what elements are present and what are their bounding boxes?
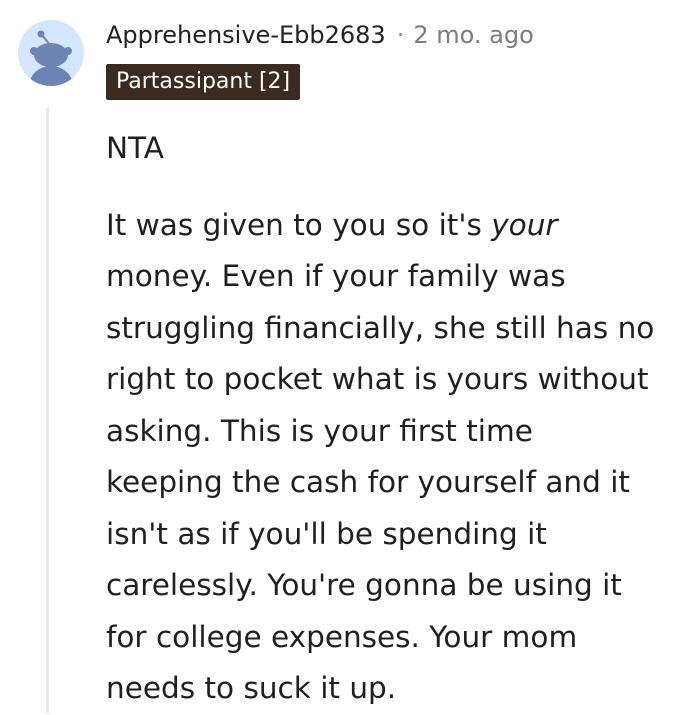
user-avatar[interactable] xyxy=(18,20,84,86)
snoo-avatar-icon xyxy=(29,30,73,86)
comment-line: carelessly. You're gonna be using it xyxy=(106,568,622,602)
comment-line: keeping the cash for yourself and it xyxy=(106,465,630,499)
comment-paragraph: NTA xyxy=(106,131,164,165)
comment-body: NTA It was given to you so it's your mon… xyxy=(106,123,696,715)
comment-line: struggling financially, she still has no xyxy=(106,310,655,345)
thread-line[interactable] xyxy=(46,108,49,713)
comment-line: money. Even if your family was xyxy=(106,259,566,293)
comment-line: It was given to you so it's your xyxy=(106,200,696,252)
comment-line: right to pocket what is yours without xyxy=(106,362,649,396)
comment-line: needs to suck it up. xyxy=(106,671,397,705)
comment-meta: Apprehensive-Ebb2683 · 2 mo. ago xyxy=(106,17,534,53)
emphasis-text: your xyxy=(491,207,558,242)
comment: Apprehensive-Ebb2683 · 2 mo. ago Partass… xyxy=(0,0,700,713)
timestamp[interactable]: 2 mo. ago xyxy=(413,21,533,49)
meta-separator: · xyxy=(396,21,405,49)
user-flair: Partassipant [2] xyxy=(106,64,301,100)
comment-text: It was given to you so it's xyxy=(106,207,492,242)
comment-line: asking. This is your first time xyxy=(106,413,533,448)
comment-line: for college expenses. Your mom xyxy=(106,619,578,654)
username-link[interactable]: Apprehensive-Ebb2683 xyxy=(106,21,386,49)
comment-paragraph: It was given to you so it's your money. … xyxy=(106,200,696,715)
comment-line: isn't as if you'll be spending it xyxy=(106,516,547,551)
